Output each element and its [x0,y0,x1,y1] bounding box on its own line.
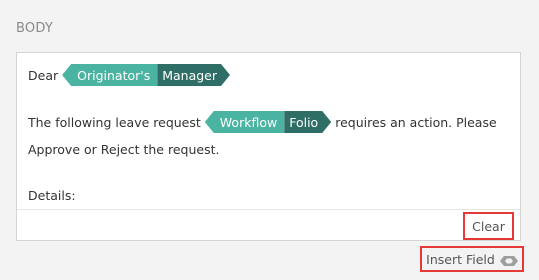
greeting-text: Dear [28,67,59,83]
body-editor[interactable]: Dear Originator's Manager The following … [16,52,521,241]
insert-field-label: Insert Field [426,251,495,267]
clear-button[interactable]: Clear [463,212,514,240]
body-text: Approve or Reject the request. [28,142,220,157]
editor-content[interactable]: Dear Originator's Manager The following … [28,53,509,209]
editor-line: Details: [28,188,76,203]
editor-line: The following leave request Workflow Fol… [28,111,497,133]
field-token-part: Originator's [62,64,158,86]
body-text: requires an action. Please [335,114,497,130]
field-token-part: Manager [157,64,230,86]
editor-line: Approve or Reject the request. [28,142,219,157]
body-text: The following leave request [28,114,201,130]
details-label: Details: [28,188,76,203]
insert-field-button[interactable]: Insert Field [420,246,524,272]
editor-footer: Clear [17,209,520,240]
field-token-part: Folio [284,111,331,133]
field-token-workflow-folio[interactable]: Workflow Folio [204,111,331,133]
field-token-icon [499,254,518,266]
field-token-originators-manager[interactable]: Originator's Manager [62,64,230,86]
section-title: BODY [16,21,53,36]
field-token-part: Workflow [204,111,285,133]
editor-line: Dear Originator's Manager [28,64,234,86]
